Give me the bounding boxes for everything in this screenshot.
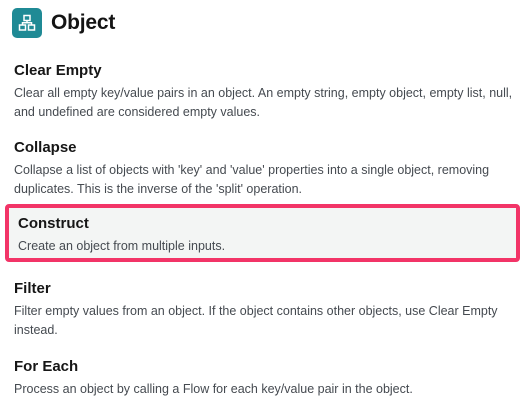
list-item-clear-empty[interactable]: Clear Empty Clear all empty key/value pa… bbox=[14, 62, 519, 122]
list-item-collapse[interactable]: Collapse Collapse a list of objects with… bbox=[14, 139, 519, 199]
item-description: Filter empty values from an object. If t… bbox=[14, 304, 498, 337]
object-boxes-icon-glyph bbox=[18, 14, 36, 31]
item-description: Create an object from multiple inputs. bbox=[18, 239, 226, 253]
list-item-filter[interactable]: Filter Filter empty values from an objec… bbox=[14, 280, 519, 340]
section-header: Object bbox=[12, 8, 115, 38]
list-item-for-each[interactable]: For Each Process an object by calling a … bbox=[14, 358, 519, 399]
item-description: Process an object by calling a Flow for … bbox=[14, 382, 413, 396]
item-title: Construct bbox=[18, 215, 89, 232]
section-title: Object bbox=[51, 11, 116, 34]
item-title: For Each bbox=[14, 358, 79, 375]
item-title: Collapse bbox=[14, 139, 77, 156]
object-boxes-icon bbox=[12, 8, 42, 38]
item-description: Clear all empty key/value pairs in an ob… bbox=[14, 86, 513, 119]
item-title: Clear Empty bbox=[14, 62, 102, 79]
object-operations-panel: Object Clear Empty Clear all empty key/v… bbox=[0, 0, 531, 406]
list-item-construct[interactable]: Construct Create an object from multiple… bbox=[5, 204, 520, 262]
item-title: Filter bbox=[14, 280, 51, 297]
item-description: Collapse a list of objects with 'key' an… bbox=[14, 163, 490, 196]
